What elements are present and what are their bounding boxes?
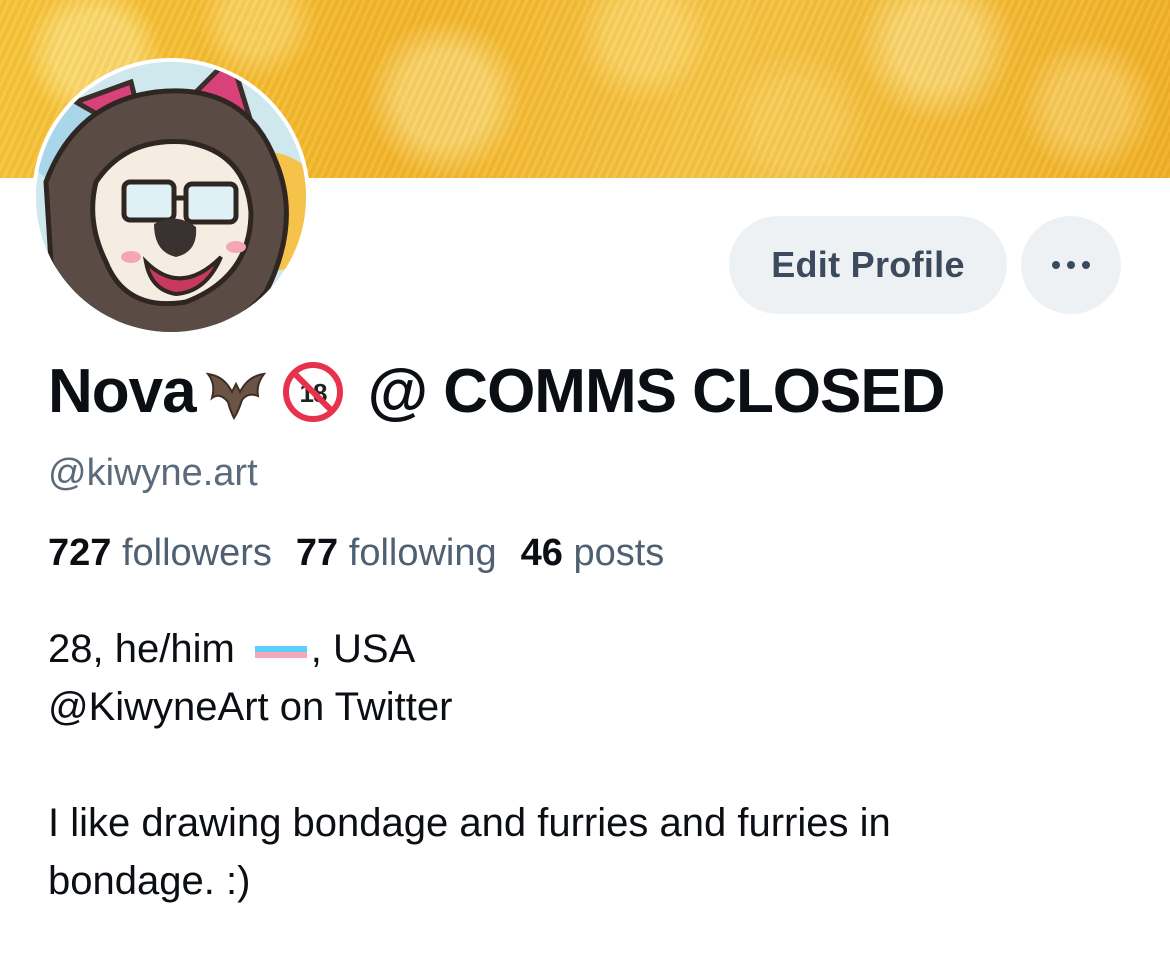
avatar-illustration xyxy=(36,62,306,332)
no-under-18-icon: 18 xyxy=(282,362,343,422)
profile-bio: 28, he/him , USA @KiwyneArt on Twitter I… xyxy=(48,620,1128,910)
display-name-status: @ COMMS CLOSED xyxy=(367,357,946,426)
bio-age-pronouns: 28, he/him xyxy=(48,627,235,671)
following-link[interactable]: 77 following xyxy=(296,532,497,574)
more-options-button[interactable] xyxy=(1021,216,1121,314)
followers-link[interactable]: 727 followers xyxy=(48,532,272,574)
handle: @kiwyne.art xyxy=(48,452,258,494)
profile-stats: 727 followers 77 following 46 posts xyxy=(48,527,664,579)
bio-location: , USA xyxy=(310,627,416,671)
display-name: Nova 18 @ COMMS CLOSED xyxy=(48,352,1148,432)
posts-label: posts xyxy=(573,532,665,574)
posts-stat: 46 posts xyxy=(521,532,665,574)
following-label: following xyxy=(348,532,497,574)
bio-line-1: 28, he/him , USA xyxy=(48,620,1128,678)
transgender-flag-icon xyxy=(254,634,307,664)
followers-label: followers xyxy=(121,532,272,574)
ellipsis-icon xyxy=(1052,261,1090,269)
following-count: 77 xyxy=(295,532,339,574)
followers-count: 727 xyxy=(48,532,112,574)
avatar[interactable] xyxy=(32,58,310,336)
bio-line-3: I like drawing bondage and furries and f… xyxy=(48,801,891,845)
display-name-text: Nova xyxy=(48,357,197,426)
bat-icon xyxy=(205,372,266,420)
edit-profile-button[interactable]: Edit Profile xyxy=(729,216,1007,314)
bio-line-2: @KiwyneArt on Twitter xyxy=(48,685,453,729)
posts-count: 46 xyxy=(520,532,563,574)
avatar-image xyxy=(36,62,306,332)
bio-line-4: bondage. :) xyxy=(48,859,251,903)
